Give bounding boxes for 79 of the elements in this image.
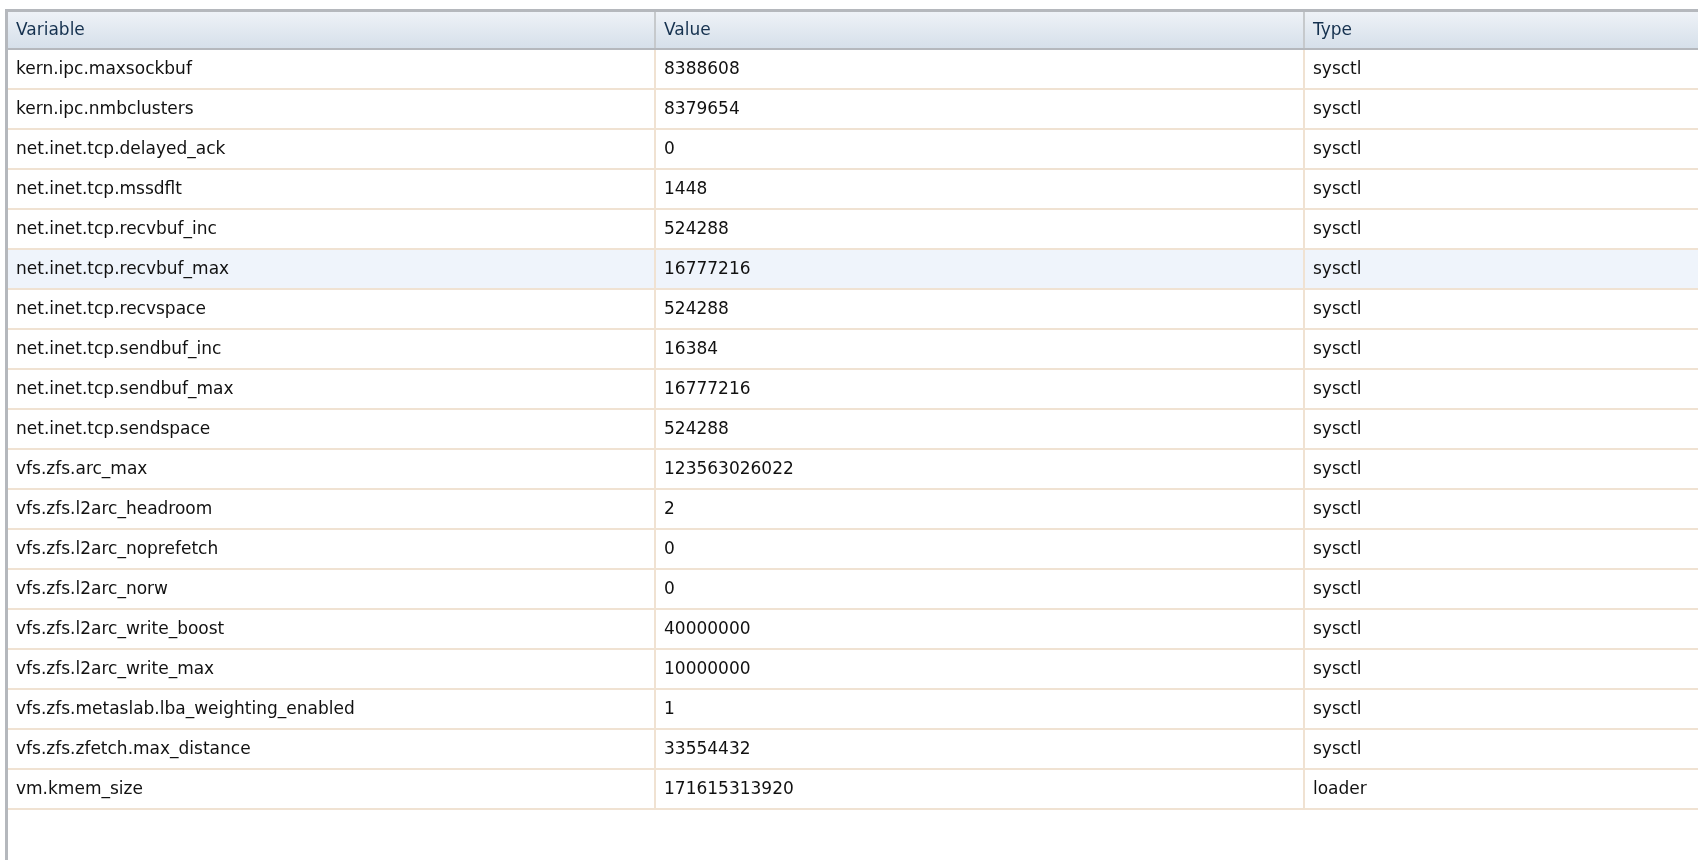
table-row[interactable]: net.inet.tcp.delayed_ack 0 sysctl bbox=[8, 130, 1698, 170]
table-cell-text: 8379654 bbox=[664, 97, 740, 121]
table-row[interactable]: net.inet.tcp.sendbuf_inc 16384 sysctl bbox=[8, 330, 1698, 370]
table-cell-text: vfs.zfs.l2arc_headroom bbox=[16, 497, 213, 521]
table-row[interactable]: net.inet.tcp.recvbuf_max 16777216 sysctl bbox=[8, 250, 1698, 290]
table-cell-text: sysctl bbox=[1313, 377, 1362, 401]
table-cell-text: 171615313920 bbox=[664, 777, 794, 801]
table-row[interactable]: vfs.zfs.l2arc_norw 0 sysctl bbox=[8, 570, 1698, 610]
table-cell-text: sysctl bbox=[1313, 657, 1362, 681]
table-row[interactable]: vm.kmem_size 171615313920 loader bbox=[8, 770, 1698, 810]
table-cell-text: 16384 bbox=[664, 337, 719, 361]
table-cell-text: vfs.zfs.metaslab.lba_weighting_enabled bbox=[16, 697, 355, 721]
table-cell-text: 8388608 bbox=[664, 57, 740, 81]
table-cell-text: 0 bbox=[664, 137, 675, 161]
table-cell-text: 16777216 bbox=[664, 257, 751, 281]
table-cell-text: sysctl bbox=[1313, 457, 1362, 481]
table-row[interactable]: net.inet.tcp.sendbuf_max 16777216 sysctl bbox=[8, 370, 1698, 410]
table-cell-text: net.inet.tcp.sendbuf_inc bbox=[16, 337, 222, 361]
table-row[interactable]: kern.ipc.nmbclusters 8379654 sysctl bbox=[8, 90, 1698, 130]
table-row[interactable]: vfs.zfs.l2arc_headroom 2 sysctl bbox=[8, 490, 1698, 530]
table-cell-text: 40000000 bbox=[664, 617, 751, 641]
table-row[interactable]: vfs.zfs.arc_max 123563026022 sysctl bbox=[8, 450, 1698, 490]
column-header[interactable]: Variable bbox=[8, 12, 656, 48]
table-cell-text: sysctl bbox=[1313, 177, 1362, 201]
table-row[interactable]: vfs.zfs.metaslab.lba_weighting_enabled 1 sysctl bbox=[8, 690, 1698, 730]
table-cell-text: sysctl bbox=[1313, 137, 1362, 161]
table-cell-text: 524288 bbox=[664, 217, 729, 241]
table-cell-text: 33554432 bbox=[664, 737, 751, 761]
table-cell-text: sysctl bbox=[1313, 97, 1362, 121]
table-cell-text: sysctl bbox=[1313, 537, 1362, 561]
table-cell-text: net.inet.tcp.recvbuf_max bbox=[16, 257, 230, 281]
table-cell-text: net.inet.tcp.sendbuf_max bbox=[16, 377, 234, 401]
table-cell-text: sysctl bbox=[1313, 337, 1362, 361]
table-cell-text: sysctl bbox=[1313, 297, 1362, 321]
table-cell-text: 0 bbox=[664, 537, 675, 561]
table-row[interactable]: vfs.zfs.l2arc_write_max 10000000 sysctl bbox=[8, 650, 1698, 690]
table-cell-text: sysctl bbox=[1313, 577, 1362, 601]
table-cell-text: vfs.zfs.l2arc_noprefetch bbox=[16, 537, 219, 561]
table-cell-text: 524288 bbox=[664, 417, 729, 441]
table-cell-text: sysctl bbox=[1313, 697, 1362, 721]
table-cell-text: 123563026022 bbox=[664, 457, 794, 481]
table-cell-text: vm.kmem_size bbox=[16, 777, 143, 801]
table-cell-text: 1 bbox=[664, 697, 675, 721]
table-cell-text: net.inet.tcp.recvbuf_inc bbox=[16, 217, 217, 241]
table-cell-text: 1448 bbox=[664, 177, 708, 201]
table-row[interactable]: vfs.zfs.l2arc_write_boost 40000000 sysctl bbox=[8, 610, 1698, 650]
table-cell-text: vfs.zfs.arc_max bbox=[16, 457, 148, 481]
table-cell-text: net.inet.tcp.mssdflt bbox=[16, 177, 182, 201]
column-header[interactable]: Value bbox=[656, 12, 1305, 48]
table-row[interactable]: net.inet.tcp.mssdflt 1448 sysctl bbox=[8, 170, 1698, 210]
table-cell-text: net.inet.tcp.recvspace bbox=[16, 297, 206, 321]
table-row[interactable]: net.inet.tcp.recvspace 524288 sysctl bbox=[8, 290, 1698, 330]
table-cell-text: sysctl bbox=[1313, 257, 1362, 281]
table-cell-text: vfs.zfs.l2arc_write_boost bbox=[16, 617, 225, 641]
table-cell-text: kern.ipc.maxsockbuf bbox=[16, 57, 192, 81]
table-cell-text: vfs.zfs.l2arc_write_max bbox=[16, 657, 215, 681]
table-cell-text: sysctl bbox=[1313, 617, 1362, 641]
table-cell-text: 524288 bbox=[664, 297, 729, 321]
table-row[interactable]: net.inet.tcp.recvbuf_inc 524288 sysctl bbox=[8, 210, 1698, 250]
table-cell-text: net.inet.tcp.delayed_ack bbox=[16, 137, 226, 161]
table-row[interactable]: kern.ipc.maxsockbuf 8388608 sysctl bbox=[8, 50, 1698, 90]
table-cell-text: sysctl bbox=[1313, 57, 1362, 81]
table-cell-text: 0 bbox=[664, 577, 675, 601]
table-cell-text: 2 bbox=[664, 497, 675, 521]
table-cell-text: kern.ipc.nmbclusters bbox=[16, 97, 194, 121]
table-cell-text: sysctl bbox=[1313, 217, 1362, 241]
table-row[interactable]: net.inet.tcp.sendspace 524288 sysctl bbox=[8, 410, 1698, 450]
table-cell-text: loader bbox=[1313, 777, 1367, 801]
table-row[interactable]: vfs.zfs.zfetch.max_distance 33554432 sysctl bbox=[8, 730, 1698, 770]
table-cell-text: vfs.zfs.l2arc_norw bbox=[16, 577, 168, 601]
table-cell-text: net.inet.tcp.sendspace bbox=[16, 417, 211, 441]
table-row[interactable]: vfs.zfs.l2arc_noprefetch 0 sysctl bbox=[8, 530, 1698, 570]
column-header[interactable]: Type bbox=[1305, 12, 1698, 48]
table-cell-text: vfs.zfs.zfetch.max_distance bbox=[16, 737, 251, 761]
table-cell-text: sysctl bbox=[1313, 737, 1362, 761]
table-cell-text: 10000000 bbox=[664, 657, 751, 681]
table-cell-text: 16777216 bbox=[664, 377, 751, 401]
table-cell-text: sysctl bbox=[1313, 417, 1362, 441]
table-cell-text: sysctl bbox=[1313, 497, 1362, 521]
